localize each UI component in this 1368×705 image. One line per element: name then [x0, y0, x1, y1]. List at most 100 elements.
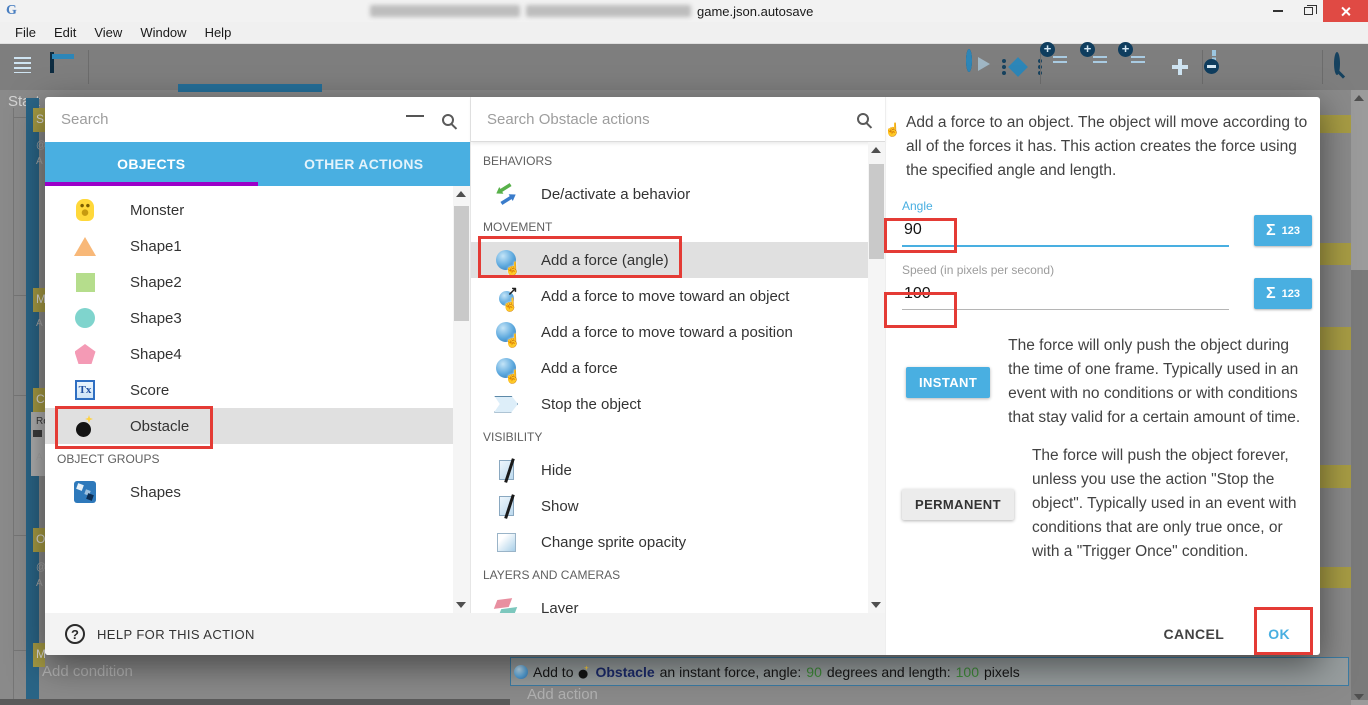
behavior-icon [495, 183, 517, 205]
action-item-show[interactable]: Show [471, 488, 868, 524]
object-item-score[interactable]: Tx Score [45, 372, 453, 408]
window-title-text: game.json.autosave [697, 4, 813, 19]
instant-button[interactable]: INSTANT [906, 367, 990, 398]
square-icon [76, 273, 95, 292]
events-scrollbar-thumb [1351, 270, 1368, 700]
force-icon: ☝ [496, 358, 516, 378]
monster-icon [76, 199, 94, 221]
instant-mode-row: INSTANT The force will only push the obj… [886, 334, 1320, 430]
object-item-shape3[interactable]: Shape3 [45, 300, 453, 336]
minimize-icon [1273, 10, 1283, 12]
delete-event-icon [1212, 50, 1216, 71]
object-item-shape1[interactable]: Shape1 [45, 228, 453, 264]
action-editor-dialog: OBJECTS OTHER ACTIONS Monster Shape1 Sha… [45, 97, 1320, 655]
action-item-layer[interactable]: Layer [471, 590, 868, 613]
scrollbar-thumb[interactable] [454, 206, 469, 321]
event-object-name: Obstacle [595, 664, 654, 680]
event-text: pixels [984, 664, 1020, 680]
toolbar-separator [1202, 50, 1203, 84]
gdevelop-logo-icon: G [6, 3, 22, 19]
menu-view[interactable]: View [85, 25, 131, 40]
event-tree-line [13, 108, 14, 700]
force-toward-object-icon: ↗☝ [499, 291, 514, 306]
object-search-input[interactable] [61, 111, 388, 128]
tab-objects[interactable]: OBJECTS [45, 142, 258, 186]
object-item-obstacle[interactable]: Obstacle [45, 408, 453, 444]
action-list-scrollbar[interactable] [868, 142, 885, 613]
event-text: Add to [533, 664, 573, 680]
speed-label: Speed (in pixels per second) [902, 263, 1312, 277]
action-item-add-force-angle[interactable]: ☝ Add a force (angle) [471, 242, 868, 278]
menu-edit[interactable]: Edit [45, 25, 85, 40]
scroll-down-icon[interactable] [456, 602, 466, 608]
object-selector-panel: OBJECTS OTHER ACTIONS Monster Shape1 Sha… [45, 97, 470, 613]
scroll-up-icon[interactable] [456, 191, 466, 197]
close-button[interactable] [1323, 0, 1368, 22]
section-visibility: VISIBILITY [471, 422, 868, 452]
maximize-button[interactable] [1293, 0, 1323, 22]
title-bar: G game.json.autosave [0, 0, 1368, 22]
menu-bar: File Edit View Window Help [0, 22, 1368, 44]
cancel-button[interactable]: CANCEL [1163, 626, 1224, 642]
help-link[interactable]: HELP FOR THIS ACTION [97, 627, 255, 642]
speed-expression-button[interactable]: Σ 123 [1254, 278, 1312, 309]
menu-file[interactable]: File [6, 25, 45, 40]
toolbar-separator [1040, 50, 1041, 84]
dialog-help-footer: ? HELP FOR THIS ACTION [45, 613, 885, 655]
tab-other-actions[interactable]: OTHER ACTIONS [258, 142, 471, 186]
scroll-up-icon[interactable] [871, 147, 881, 153]
action-search-input[interactable] [487, 111, 839, 128]
action-item-stop-object[interactable]: Stop the object [471, 386, 868, 422]
selected-action-row: Add to Obstacle an instant force, angle:… [510, 657, 1349, 686]
action-item-deactivate-behavior[interactable]: De/activate a behavior [471, 176, 868, 212]
toolbar-separator [1322, 50, 1323, 84]
object-list: Monster Shape1 Shape2 Shape3 Shape4 Tx S… [45, 186, 453, 613]
filter-icon[interactable] [406, 115, 424, 117]
menu-help[interactable]: Help [196, 25, 241, 40]
group-item-shapes[interactable]: Shapes [45, 474, 453, 510]
search-events-icon [1334, 52, 1340, 75]
bomb-icon [578, 665, 590, 678]
scrollbar-thumb[interactable] [869, 164, 884, 259]
speed-input[interactable] [902, 277, 1229, 309]
tab-objects-label: OBJECTS [117, 156, 185, 172]
play-icon [966, 49, 972, 72]
action-item-change-opacity[interactable]: Change sprite opacity [471, 524, 868, 560]
action-item-force-toward-object[interactable]: ↗☝ Add a force to move toward an object [471, 278, 868, 314]
object-groups-header: OBJECT GROUPS [45, 444, 453, 474]
maximize-icon [1304, 7, 1313, 15]
action-list: BEHAVIORS De/activate a behavior MOVEMEN… [471, 142, 868, 613]
sigma-icon: Σ [1266, 285, 1276, 303]
search-icon[interactable] [857, 113, 869, 125]
permanent-button[interactable]: PERMANENT [902, 489, 1014, 520]
add-condition-row: Add condition [38, 657, 508, 686]
instant-description: The force will only push the object duri… [1008, 334, 1312, 430]
scroll-down-icon[interactable] [871, 602, 881, 608]
object-list-scrollbar[interactable] [453, 186, 470, 613]
action-item-hide[interactable]: Hide [471, 452, 868, 488]
bomb-icon [75, 415, 95, 437]
pentagon-icon [75, 344, 96, 364]
object-search-row [45, 97, 470, 142]
ok-button[interactable]: OK [1268, 626, 1290, 642]
stop-icon [494, 396, 518, 413]
action-item-force-toward-position[interactable]: ☝ Add a force to move toward a position [471, 314, 868, 350]
add-action-label: Add action [527, 686, 598, 703]
opacity-icon [497, 533, 516, 552]
add-action-row: Add action [510, 686, 1349, 705]
force-icon: ☝ [496, 250, 516, 270]
search-icon[interactable] [442, 114, 454, 126]
speed-field-group: Speed (in pixels per second) Σ 123 [886, 263, 1320, 310]
permanent-mode-row: PERMANENT The force will push the object… [886, 444, 1320, 564]
object-item-shape4[interactable]: Shape4 [45, 336, 453, 372]
action-item-add-force[interactable]: ☝ Add a force [471, 350, 868, 386]
object-item-monster[interactable]: Monster [45, 192, 453, 228]
object-item-shape2[interactable]: Shape2 [45, 264, 453, 300]
angle-expression-button[interactable]: Σ 123 [1254, 215, 1312, 246]
menu-window[interactable]: Window [131, 25, 195, 40]
section-movement: MOVEMENT [471, 212, 868, 242]
blurred-title-segment [370, 5, 520, 17]
angle-input[interactable] [902, 213, 1229, 245]
bottom-band [0, 699, 510, 705]
minimize-button[interactable] [1263, 0, 1293, 22]
